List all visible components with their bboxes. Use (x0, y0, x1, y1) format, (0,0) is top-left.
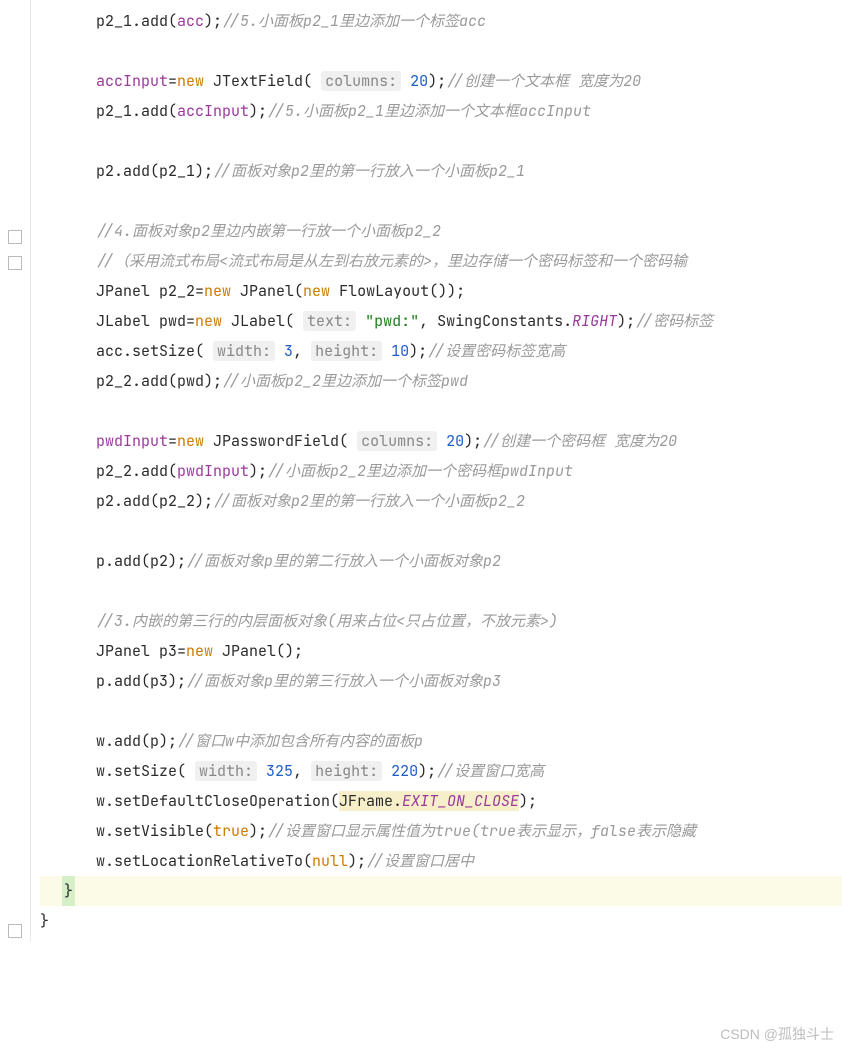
code-line[interactable]: w.setSize( width: 325, height: 220);//设置… (40, 756, 842, 786)
code-line[interactable]: p2_1.add(acc);//5.小面板p2_1里边添加一个标签acc (40, 6, 842, 36)
code-line[interactable]: } (40, 906, 842, 936)
code-line[interactable]: } (40, 876, 842, 906)
watermark: CSDN @孤独斗士 (720, 1024, 834, 1044)
code-line[interactable]: JPanel p2_2=new JPanel(new FlowLayout())… (40, 276, 842, 306)
code-line[interactable]: p2_1.add(accInput);//5.小面板p2_1里边添加一个文本框a… (40, 96, 842, 126)
fold-icon[interactable] (8, 924, 22, 938)
gutter (0, 0, 31, 942)
code-line[interactable]: p2_2.add(pwdInput);//小面板p2_2里边添加一个密码框pwd… (40, 456, 842, 486)
code-line[interactable]: acc.setSize( width: 3, height: 10);//设置密… (40, 336, 842, 366)
code-editor[interactable]: p2_1.add(acc);//5.小面板p2_1里边添加一个标签acc acc… (0, 0, 842, 942)
code-line[interactable]: p.add(p2);//面板对象p里的第二行放入一个小面板对象p2 (40, 546, 842, 576)
code-comment[interactable]: //4.面板对象p2里边内嵌第一行放一个小面板p2_2 (40, 216, 842, 246)
code-line[interactable]: JLabel pwd=new JLabel( text: "pwd:", Swi… (40, 306, 842, 336)
code-comment[interactable]: //（采用流式布局<流式布局是从左到右放元素的>，里边存储一个密码标签和一个密码… (40, 246, 842, 276)
code-comment[interactable]: //3.内嵌的第三行的内层面板对象(用来占位<只占位置，不放元素>) (40, 606, 842, 636)
code-line[interactable]: JPanel p3=new JPanel(); (40, 636, 842, 666)
code-line[interactable]: p2.add(p2_2);//面板对象p2里的第一行放入一个小面板p2_2 (40, 486, 842, 516)
code-line[interactable]: w.setVisible(true);//设置窗口显示属性值为true(true… (40, 816, 842, 846)
fold-icon[interactable] (8, 256, 22, 270)
code-line[interactable]: p.add(p3);//面板对象p里的第三行放入一个小面板对象p3 (40, 666, 842, 696)
code-line[interactable]: w.add(p);//窗口w中添加包含所有内容的面板p (40, 726, 842, 756)
code-line[interactable]: accInput=new JTextField( columns: 20);//… (40, 66, 842, 96)
code-line[interactable]: w.setLocationRelativeTo(null);//设置窗口居中 (40, 846, 842, 876)
code-line[interactable]: p2.add(p2_1);//面板对象p2里的第一行放入一个小面板p2_1 (40, 156, 842, 186)
code-line[interactable]: pwdInput=new JPasswordField( columns: 20… (40, 426, 842, 456)
code-line[interactable]: w.setDefaultCloseOperation(JFrame.EXIT_O… (40, 786, 842, 816)
fold-icon[interactable] (8, 230, 22, 244)
code-line[interactable]: p2_2.add(pwd);//小面板p2_2里边添加一个标签pwd (40, 366, 842, 396)
